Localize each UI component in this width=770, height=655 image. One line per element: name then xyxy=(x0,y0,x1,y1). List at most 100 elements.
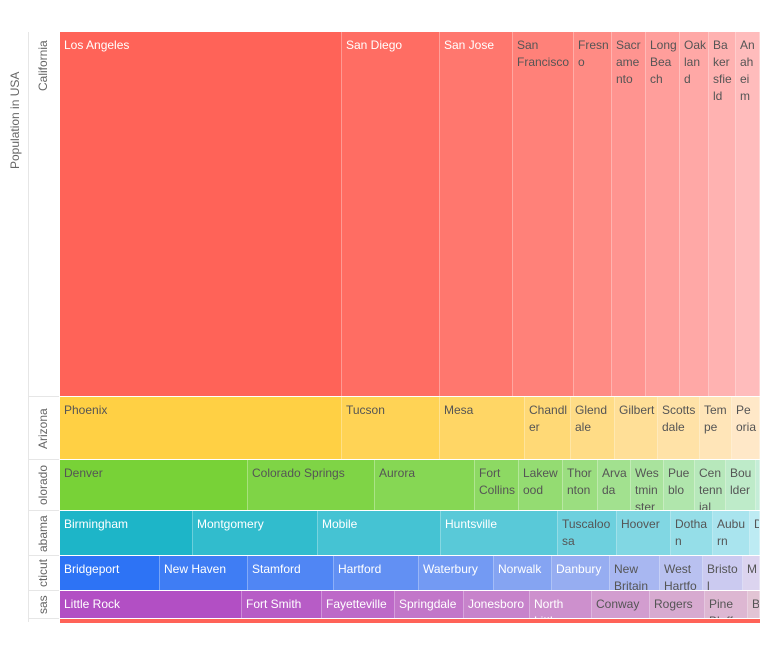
cell-label: M xyxy=(747,562,757,576)
treemap-cell-m[interactable]: M xyxy=(743,556,760,590)
treemap-cell-scottsdale[interactable]: Scottsdale xyxy=(658,397,700,459)
cell-label: New Haven xyxy=(164,562,227,576)
cell-label: Fresno xyxy=(578,38,609,69)
treemap-cell-auburn[interactable]: Auburn xyxy=(713,511,750,555)
treemap-cell-tuscaloosa[interactable]: Tuscaloosa xyxy=(558,511,617,555)
treemap-cell-dothan[interactable]: Dothan xyxy=(671,511,713,555)
treemap-cell-aurora[interactable]: Aurora xyxy=(375,460,475,510)
cell-label: Gilbert xyxy=(619,403,655,417)
treemap-cell-west-hartford[interactable]: West Hartford xyxy=(660,556,703,590)
treemap-cell-glendale[interactable]: Glendale xyxy=(571,397,615,459)
treemap-cell-oakland[interactable]: Oakland xyxy=(680,32,709,396)
cell-label: Fort Collins xyxy=(479,466,516,497)
treemap-cell-peoria[interactable]: Peoria xyxy=(732,397,760,459)
treemap-cell-fresno[interactable]: Fresno xyxy=(574,32,612,396)
cell-label: Danbury xyxy=(556,562,602,576)
treemap-cell-san-diego[interactable]: San Diego xyxy=(342,32,440,396)
treemap-cell-unlabeled[interactable] xyxy=(756,460,760,510)
cell-label: Thornton xyxy=(567,466,592,497)
treemap-cell-waterbury[interactable]: Waterbury xyxy=(419,556,494,590)
treemap-cell-los-angeles[interactable]: Los Angeles xyxy=(60,32,342,396)
cell-label: Anaheim xyxy=(740,38,755,103)
cell-label: Pueblo xyxy=(668,466,690,497)
cell-label: Norwalk xyxy=(498,562,542,576)
cell-label: Bristol xyxy=(707,562,738,590)
cell-label: Westminster xyxy=(635,466,659,510)
treemap-cell-rogers[interactable]: Rogers xyxy=(650,591,705,618)
state-label-text: cticut xyxy=(36,558,50,587)
treemap-cell-north-little-rock[interactable]: North Little Rock xyxy=(530,591,592,618)
treemap-cell-hoover[interactable]: Hoover xyxy=(617,511,671,555)
treemap-cell-fort-collins[interactable]: Fort Collins xyxy=(475,460,519,510)
state-label-text: sas xyxy=(36,595,50,614)
state-label-arizona[interactable]: Arizona xyxy=(29,397,59,460)
cell-label: Bridgeport xyxy=(64,562,120,576)
cell-label: Lakewood xyxy=(523,466,558,497)
treemap-cell-san-jose[interactable]: San Jose xyxy=(440,32,513,396)
treemap-cell-fayetteville[interactable]: Fayetteville xyxy=(322,591,395,618)
state-label-connecticut[interactable]: cticut xyxy=(29,556,59,591)
next-state-strip[interactable] xyxy=(60,619,760,623)
treemap-cell-bakersfield[interactable]: Bakersfield xyxy=(709,32,736,396)
treemap-cell-centennial[interactable]: Centennial xyxy=(695,460,726,510)
treemap-cell-conway[interactable]: Conway xyxy=(592,591,650,618)
treemap-cell-norwalk[interactable]: Norwalk xyxy=(494,556,552,590)
treemap-cell-little-rock[interactable]: Little Rock xyxy=(60,591,242,618)
treemap-cell-sacramento[interactable]: Sacramento xyxy=(612,32,646,396)
treemap-cell-b[interactable]: B xyxy=(748,591,760,618)
treemap-cell-springdale[interactable]: Springdale xyxy=(395,591,464,618)
treemap-cell-mobile[interactable]: Mobile xyxy=(318,511,441,555)
treemap-cell-westminster[interactable]: Westminster xyxy=(631,460,664,510)
treemap-cell-fort-smith[interactable]: Fort Smith xyxy=(242,591,322,618)
treemap-cell-new-haven[interactable]: New Haven xyxy=(160,556,248,590)
cell-label: North Little Rock xyxy=(534,597,564,618)
state-label-text: Arizona xyxy=(36,407,50,449)
treemap-cell-pine-bluff[interactable]: Pine Bluff xyxy=(705,591,748,618)
treemap-cell-boulder[interactable]: Boulder xyxy=(726,460,756,510)
cell-label: Colorado Springs xyxy=(252,466,345,480)
root-node-label[interactable]: Population in USA xyxy=(0,32,29,622)
treemap-cell-chandler[interactable]: Chandler xyxy=(525,397,571,459)
state-label-text: California xyxy=(36,40,50,91)
state-label-california[interactable]: California xyxy=(29,32,59,397)
cell-label: Chandler xyxy=(529,403,568,434)
cell-label: New Britain xyxy=(614,562,649,590)
cell-label: Tuscaloosa xyxy=(562,517,611,548)
treemap-cell-d[interactable]: D xyxy=(750,511,760,555)
state-label-text: abama xyxy=(36,514,50,552)
state-label-alabama[interactable]: abama xyxy=(29,511,59,556)
treemap-cell-tucson[interactable]: Tucson xyxy=(342,397,440,459)
cell-label: Mesa xyxy=(444,403,474,417)
treemap-cell-new-britain[interactable]: New Britain xyxy=(610,556,660,590)
cell-label: Little Rock xyxy=(64,597,121,611)
treemap-cell-lakewood[interactable]: Lakewood xyxy=(519,460,563,510)
treemap-cell-montgomery[interactable]: Montgomery xyxy=(193,511,318,555)
treemap-cell-colorado-springs[interactable]: Colorado Springs xyxy=(248,460,375,510)
treemap-cell-mesa[interactable]: Mesa xyxy=(440,397,525,459)
treemap-cell-hartford[interactable]: Hartford xyxy=(334,556,419,590)
cell-label: Conway xyxy=(596,597,640,611)
cell-label: Dothan xyxy=(675,517,708,548)
treemap-cell-bridgeport[interactable]: Bridgeport xyxy=(60,556,160,590)
treemap-cell-gilbert[interactable]: Gilbert xyxy=(615,397,658,459)
state-label-arkansas[interactable]: sas xyxy=(29,591,59,619)
treemap-cell-stamford[interactable]: Stamford xyxy=(248,556,334,590)
treemap-cell-san-francisco[interactable]: San Francisco xyxy=(513,32,574,396)
state-label-colorado[interactable]: olorado xyxy=(29,460,59,511)
treemap-cell-phoenix[interactable]: Phoenix xyxy=(60,397,342,459)
cell-label: Pine Bluff xyxy=(709,597,734,618)
treemap-cell-danbury[interactable]: Danbury xyxy=(552,556,610,590)
treemap-cell-thornton[interactable]: Thornton xyxy=(563,460,598,510)
treemap-cell-huntsville[interactable]: Huntsville xyxy=(441,511,558,555)
treemap-cell-anaheim[interactable]: Anaheim xyxy=(736,32,760,396)
cell-label: West Hartford xyxy=(664,562,697,590)
treemap-cell-pueblo[interactable]: Pueblo xyxy=(664,460,695,510)
cell-label: Tucson xyxy=(346,403,385,417)
treemap-cell-jonesboro[interactable]: Jonesboro xyxy=(464,591,530,618)
treemap-cell-denver[interactable]: Denver xyxy=(60,460,248,510)
treemap-cell-arvada[interactable]: Arvada xyxy=(598,460,631,510)
treemap-cell-birmingham[interactable]: Birmingham xyxy=(60,511,193,555)
treemap-cell-bristol[interactable]: Bristol xyxy=(703,556,743,590)
treemap-cell-long-beach[interactable]: Long Beach xyxy=(646,32,680,396)
treemap-cell-tempe[interactable]: Tempe xyxy=(700,397,732,459)
